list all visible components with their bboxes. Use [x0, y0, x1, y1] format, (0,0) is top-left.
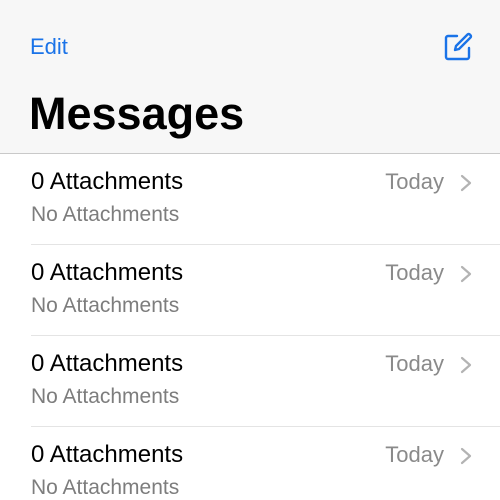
conversation-preview: No Attachments — [31, 294, 180, 317]
navigation-header: Edit Messages — [0, 0, 500, 154]
edit-button[interactable]: Edit — [30, 34, 68, 60]
conversation-date: Today — [385, 169, 444, 194]
conversation-title: 0 Attachments — [31, 441, 184, 468]
conversation-row[interactable]: 0 Attachments No Attachments Today — [0, 245, 500, 336]
conversation-list: 0 Attachments No Attachments Today 0 Att… — [0, 154, 500, 500]
conversation-preview: No Attachments — [31, 203, 180, 226]
chevron-right-icon — [460, 265, 472, 283]
conversation-row[interactable]: 0 Attachments No Attachments Today — [0, 427, 500, 500]
compose-icon — [444, 32, 473, 61]
chevron-right-icon — [460, 174, 472, 192]
messages-screen: Edit Messages 0 Attachments No Attachmen… — [0, 0, 500, 500]
compose-button[interactable] — [443, 32, 473, 62]
chevron-right-icon — [460, 447, 472, 465]
conversation-row[interactable]: 0 Attachments No Attachments Today — [0, 336, 500, 427]
conversation-date: Today — [385, 442, 444, 467]
conversation-preview: No Attachments — [31, 385, 180, 408]
conversation-title: 0 Attachments — [31, 259, 184, 286]
conversation-date: Today — [385, 260, 444, 285]
conversation-date: Today — [385, 351, 444, 376]
conversation-title: 0 Attachments — [31, 350, 184, 377]
conversation-title: 0 Attachments — [31, 168, 184, 195]
conversation-preview: No Attachments — [31, 476, 180, 499]
page-title: Messages — [29, 88, 245, 139]
conversation-row[interactable]: 0 Attachments No Attachments Today — [0, 154, 500, 245]
chevron-right-icon — [460, 356, 472, 374]
